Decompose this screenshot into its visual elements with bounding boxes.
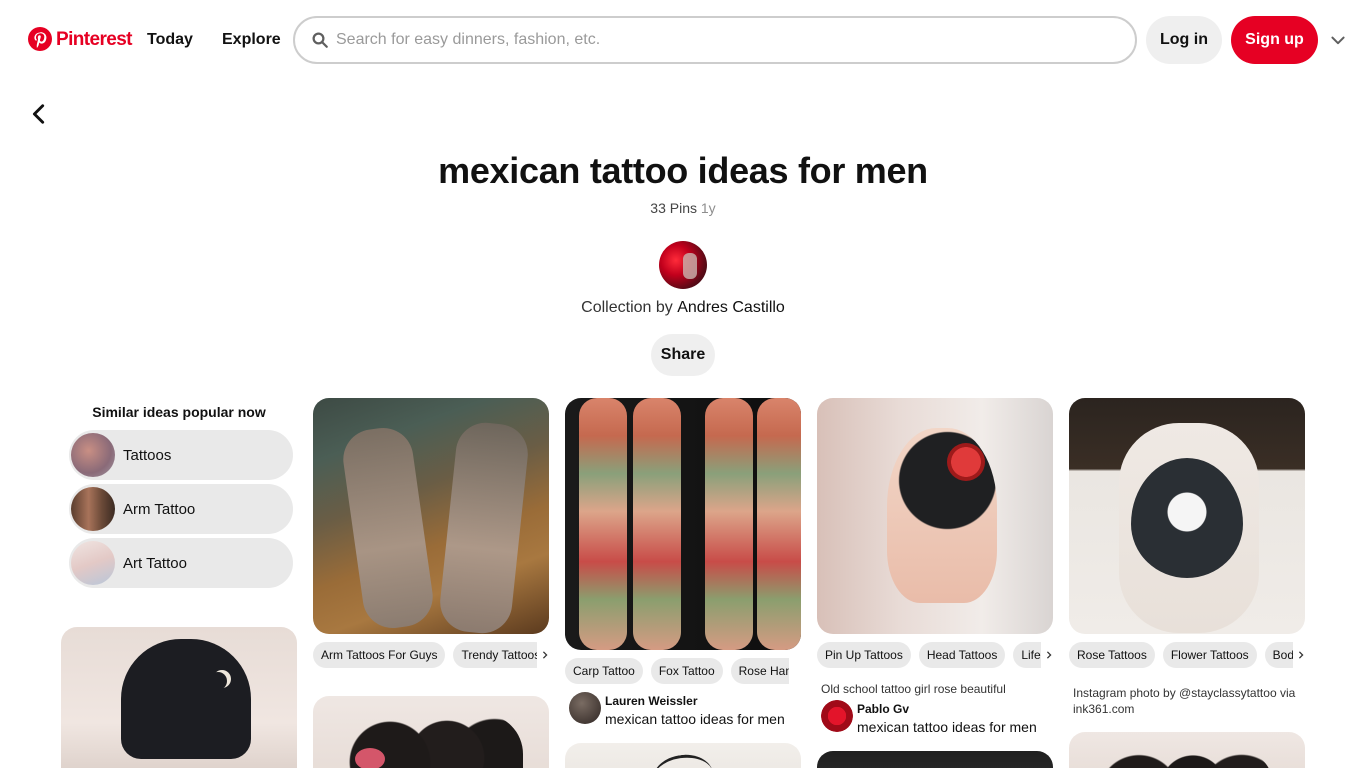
tag-chip[interactable]: Carp Tattoo: [565, 658, 643, 684]
pin-caption: Old school tattoo girl rose beautiful: [821, 682, 1006, 696]
chevron-right-icon: [1298, 651, 1304, 659]
tag-chip[interactable]: Body Tattoos: [1264, 642, 1293, 668]
similar-idea-arm-tattoo[interactable]: Arm Tattoo: [69, 484, 293, 534]
pinner-avatar[interactable]: [821, 700, 853, 732]
chip-scroll-button[interactable]: [1043, 642, 1055, 668]
pinner-board[interactable]: mexican tattoo ideas for men: [857, 719, 1037, 735]
nav-explore[interactable]: Explore: [222, 32, 281, 48]
tag-chip[interactable]: Rose Tattoos: [1069, 642, 1155, 668]
tag-chip[interactable]: Head Tattoos: [918, 642, 1006, 668]
pin-tag-chips: Carp Tattoo Fox Tattoo Rose Hand Tattoo: [565, 658, 789, 684]
pin-tag-chips: Pin Up Tattoos Head Tattoos Life Tattoos: [817, 642, 1041, 668]
brand-name: Pinterest: [56, 28, 133, 50]
search-icon: [312, 32, 328, 48]
board-age: 1y: [700, 200, 716, 216]
sleeve-photo: [757, 398, 801, 650]
pin-image-dark-tattoo[interactable]: [817, 751, 1053, 768]
chevron-right-icon: [542, 651, 548, 659]
pinner-avatar[interactable]: [569, 692, 601, 724]
pin-image-helmet-tattoo[interactable]: [61, 627, 297, 768]
pin-caption: Instagram photo by @stayclassytattoo via…: [1073, 686, 1296, 716]
idea-label: Arm Tattoo: [123, 500, 196, 518]
collection-byline: Collection by Andres Castillo: [0, 299, 1366, 317]
owner-avatar[interactable]: [659, 241, 707, 289]
idea-thumbnail: [71, 487, 115, 531]
sleeve-photo: [633, 398, 681, 650]
pin-image-heart-rose-tattoo[interactable]: [1069, 398, 1305, 634]
chevron-down-icon: [1331, 36, 1345, 45]
tag-chip[interactable]: Rose Hand Tattoo: [730, 658, 789, 684]
tag-chip[interactable]: Pin Up Tattoos: [817, 642, 911, 668]
chip-scroll-button[interactable]: [539, 642, 551, 668]
idea-label: Tattoos: [123, 446, 172, 464]
login-button[interactable]: Log in: [1146, 16, 1222, 64]
share-button[interactable]: Share: [651, 334, 715, 376]
pin-image-curls-tattoo[interactable]: [1069, 732, 1305, 768]
tag-chip[interactable]: Flower Tattoos: [1162, 642, 1257, 668]
idea-thumbnail: [71, 433, 115, 477]
back-arrow-icon: [32, 104, 45, 124]
pin-count: 33 Pins: [650, 200, 697, 216]
idea-thumbnail: [71, 541, 115, 585]
search-bar[interactable]: [293, 16, 1137, 64]
sleeve-photo: [705, 398, 753, 650]
chip-scroll-button[interactable]: [1295, 642, 1307, 668]
pinterest-logo[interactable]: Pinterest: [28, 27, 133, 51]
pinner-name[interactable]: Lauren Weissler: [605, 694, 697, 708]
pinner-board[interactable]: mexican tattoo ideas for men: [605, 711, 785, 727]
similar-idea-tattoos[interactable]: Tattoos: [69, 430, 293, 480]
sleeve-photo: [579, 398, 627, 650]
pinner-name[interactable]: Pablo Gv: [857, 702, 909, 716]
pin-tag-chips: Arm Tattoos For Guys Trendy Tattoos: [313, 642, 537, 668]
nav-today[interactable]: Today: [147, 32, 193, 48]
pin-image-sketch-tattoo[interactable]: [565, 743, 801, 768]
similar-ideas-title: Similar ideas popular now: [92, 404, 266, 420]
tag-chip[interactable]: Life Tattoos: [1013, 642, 1041, 668]
back-button[interactable]: [26, 100, 52, 128]
signup-button[interactable]: Sign up: [1231, 16, 1318, 64]
similar-idea-art-tattoo[interactable]: Art Tattoo: [69, 538, 293, 588]
pin-image-sleeve-tattoos[interactable]: [565, 398, 801, 650]
board-meta: 33 Pins 1y: [0, 200, 1366, 216]
collection-prefix: Collection by: [581, 299, 673, 316]
pin-image-forearm-tattoo[interactable]: [313, 398, 549, 634]
pinterest-logo-icon: [28, 27, 52, 51]
chevron-right-icon: [1046, 651, 1052, 659]
owner-name[interactable]: Andres Castillo: [677, 299, 785, 316]
tag-chip[interactable]: Trendy Tattoos: [453, 642, 537, 668]
tag-chip[interactable]: Arm Tattoos For Guys: [313, 642, 446, 668]
board-title: mexican tattoo ideas for men: [438, 150, 928, 191]
more-options-button[interactable]: [1328, 30, 1348, 50]
tag-chip[interactable]: Fox Tattoo: [650, 658, 723, 684]
search-input[interactable]: [336, 20, 1135, 60]
pin-tag-chips: Rose Tattoos Flower Tattoos Body Tattoos: [1069, 642, 1293, 668]
idea-label: Art Tattoo: [123, 554, 187, 572]
pin-image-curls-tattoo[interactable]: [313, 696, 549, 768]
pin-image-pinup-tattoo[interactable]: [817, 398, 1053, 634]
